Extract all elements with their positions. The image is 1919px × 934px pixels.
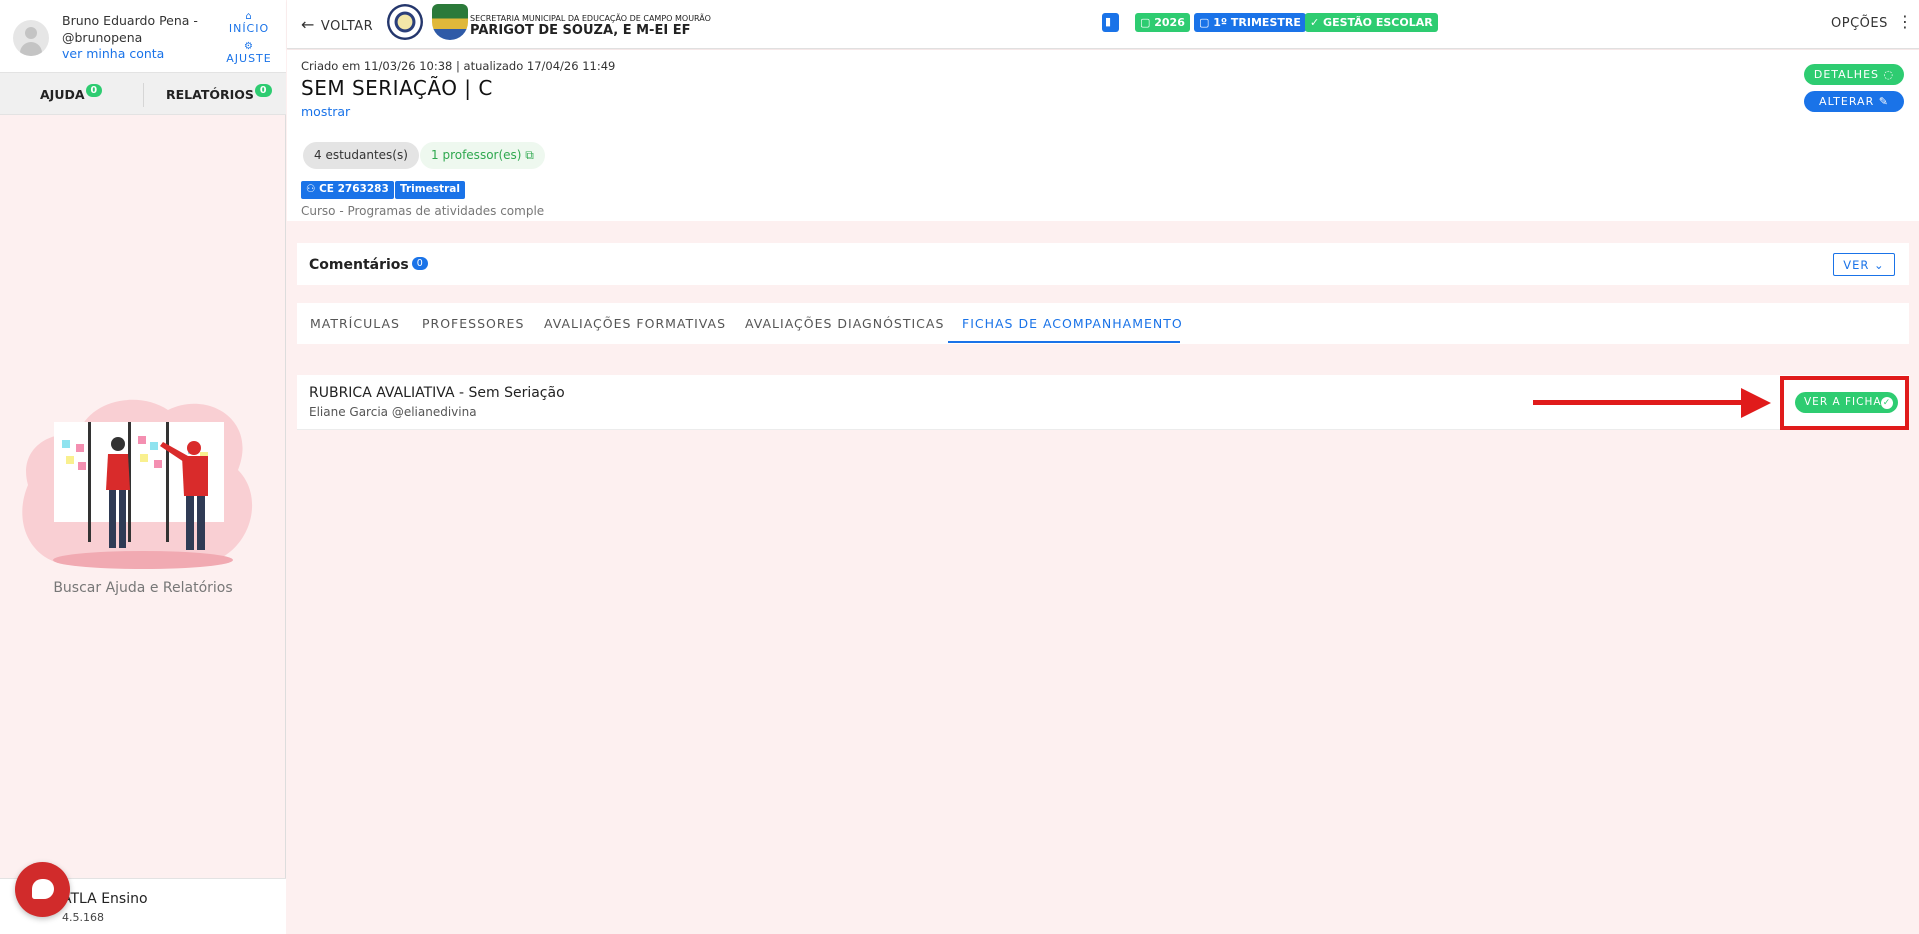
comments-panel: Comentários 0 VER ⌄ — [297, 243, 1909, 285]
comments-label: Comentários — [309, 257, 409, 273]
edit-icon: ✎ — [1874, 95, 1889, 108]
tab-divider — [143, 83, 144, 107]
tab-relatorios-label: RELATÓRIOS — [166, 87, 254, 102]
active-tab-indicator — [948, 341, 1180, 343]
arrow-left-icon: ← — [301, 15, 315, 34]
management-chip[interactable]: ✓ GESTÃO ESCOLAR — [1305, 13, 1438, 32]
show-link[interactable]: mostrar — [301, 104, 350, 119]
period-badge: Trimestral — [395, 181, 465, 199]
view-label: VER — [1843, 258, 1870, 272]
management-label: GESTÃO ESCOLAR — [1323, 16, 1433, 29]
comments-count-badge: 0 — [411, 257, 428, 270]
tab-ajuda[interactable]: AJUDA 0 — [40, 84, 103, 103]
professors-pill[interactable]: 1 professor(es) ⧉ — [420, 142, 545, 169]
tab-professores[interactable]: PROFESSORES — [422, 316, 524, 331]
content-tabs: MATRÍCULAS PROFESSORES AVALIAÇÕES FORMAT… — [297, 303, 1909, 344]
year-chip[interactable]: ▢ 2026 — [1135, 13, 1190, 32]
details-label: DETALHES — [1813, 68, 1880, 81]
ficha-author: Eliane Garcia @elianedivina — [309, 405, 477, 419]
check-circle-icon: ✓ — [1310, 16, 1324, 29]
more-vertical-icon[interactable]: ⋮ — [1897, 12, 1913, 31]
settings-label: AJUSTE — [226, 52, 272, 65]
annotation-highlight-box — [1780, 376, 1909, 430]
calendar-icon: ▢ — [1140, 16, 1155, 29]
annotation-arrow-head — [1741, 388, 1771, 418]
details-button[interactable]: DETALHES ◌ — [1804, 64, 1904, 85]
tab-avaliacoes-formativas[interactable]: AVALIAÇÕES FORMATIVAS — [544, 316, 726, 331]
class-header: Criado em 11/03/26 10:38 | atualizado 17… — [287, 50, 1919, 221]
comments-title: Comentários 0 — [309, 257, 428, 273]
app-name: ATLA Ensino — [62, 891, 148, 907]
sidebar-tabs: AJUDA 0 RELATÓRIOS 0 — [0, 72, 286, 115]
tab-relatorios[interactable]: RELATÓRIOS 0 — [166, 84, 272, 103]
school-subtitle: SECRETARIA MUNICIPAL DA EDUCAÇÃO DE CAMP… — [470, 14, 711, 23]
help-illustration — [22, 399, 253, 569]
year-label: 2026 — [1154, 16, 1185, 29]
top-bar: ← VOLTAR SECRETARIA MUNICIPAL DA EDUCAÇÃO… — [287, 0, 1919, 49]
person-icon: ⚇ — [306, 183, 320, 195]
tab-avaliacoes-diagnosticas[interactable]: AVALIAÇÕES DIAGNÓSTICAS — [745, 316, 944, 331]
options-button[interactable]: OPÇÕES — [1831, 16, 1888, 31]
chat-button[interactable] — [15, 862, 70, 917]
account-link[interactable]: ver minha conta — [62, 46, 164, 61]
back-label: VOLTAR — [320, 19, 374, 34]
tab-matriculas[interactable]: MATRÍCULAS — [310, 316, 400, 331]
annotation-arrow-line — [1533, 400, 1743, 405]
chat-icon — [32, 879, 54, 899]
edit-button[interactable]: ALTERAR ✎ — [1804, 91, 1904, 112]
home-icon: ⌂ — [245, 11, 253, 22]
tab-fichas-acompanhamento[interactable]: FICHAS DE ACOMPANHAMENTO — [962, 316, 1183, 331]
ce-label: CE 2763283 — [319, 183, 389, 195]
app-version: 4.5.168 — [62, 911, 104, 924]
sidebar: Bruno Eduardo Pena - @brunopena ver minh… — [0, 0, 286, 934]
term-chip[interactable]: ▢ 1º TRIMESTRE — [1194, 13, 1306, 32]
calendar-icon: ▢ — [1199, 16, 1214, 29]
page-title: SEM SERIAÇÃO | C — [301, 76, 493, 100]
user-name: Bruno Eduardo Pena - @brunopena — [62, 13, 198, 45]
tab-ajuda-label: AJUDA — [40, 87, 85, 102]
school-name: PARIGOT DE SOUZA, E M-EI EF — [470, 23, 691, 38]
ficha-title: RUBRICA AVALIATIVA - Sem Seriação — [309, 385, 565, 401]
help-text: Buscar Ajuda e Relatórios — [53, 580, 233, 596]
back-button[interactable]: ← VOLTAR — [301, 15, 373, 34]
chevron-down-icon: ⌄ — [1869, 258, 1885, 272]
ce-badge: ⚇ CE 2763283 — [301, 181, 394, 199]
ajuda-count-badge: 0 — [85, 84, 103, 97]
term-label: 1º TRIMESTRE — [1213, 16, 1301, 29]
view-comments-button[interactable]: VER ⌄ — [1833, 253, 1895, 276]
external-link-icon: ⧉ — [525, 148, 534, 162]
chart-button[interactable]: ▮ — [1102, 13, 1119, 32]
professors-label: 1 professor(es) — [431, 148, 522, 162]
home-button[interactable]: ⌂ INÍCIO — [222, 11, 276, 36]
city-coat-of-arms-logo — [432, 4, 468, 40]
course-text: Curso - Programas de atividades comple — [301, 204, 545, 218]
user-header: Bruno Eduardo Pena - @brunopena ver minh… — [0, 0, 286, 72]
eye-off-icon: ◌ — [1879, 68, 1895, 81]
secretaria-seal-logo — [387, 4, 423, 40]
relatorios-count-badge: 0 — [254, 84, 272, 97]
home-label: INÍCIO — [228, 22, 270, 35]
created-updated-meta: Criado em 11/03/26 10:38 | atualizado 17… — [301, 59, 616, 73]
students-pill[interactable]: 4 estudantes(s) — [303, 142, 419, 169]
settings-button[interactable]: ⚙ AJUSTE — [222, 41, 276, 66]
bar-chart-icon: ▮ — [1105, 15, 1112, 28]
avatar[interactable] — [13, 20, 49, 56]
gear-icon: ⚙ — [244, 41, 254, 52]
edit-label: ALTERAR — [1819, 95, 1875, 108]
